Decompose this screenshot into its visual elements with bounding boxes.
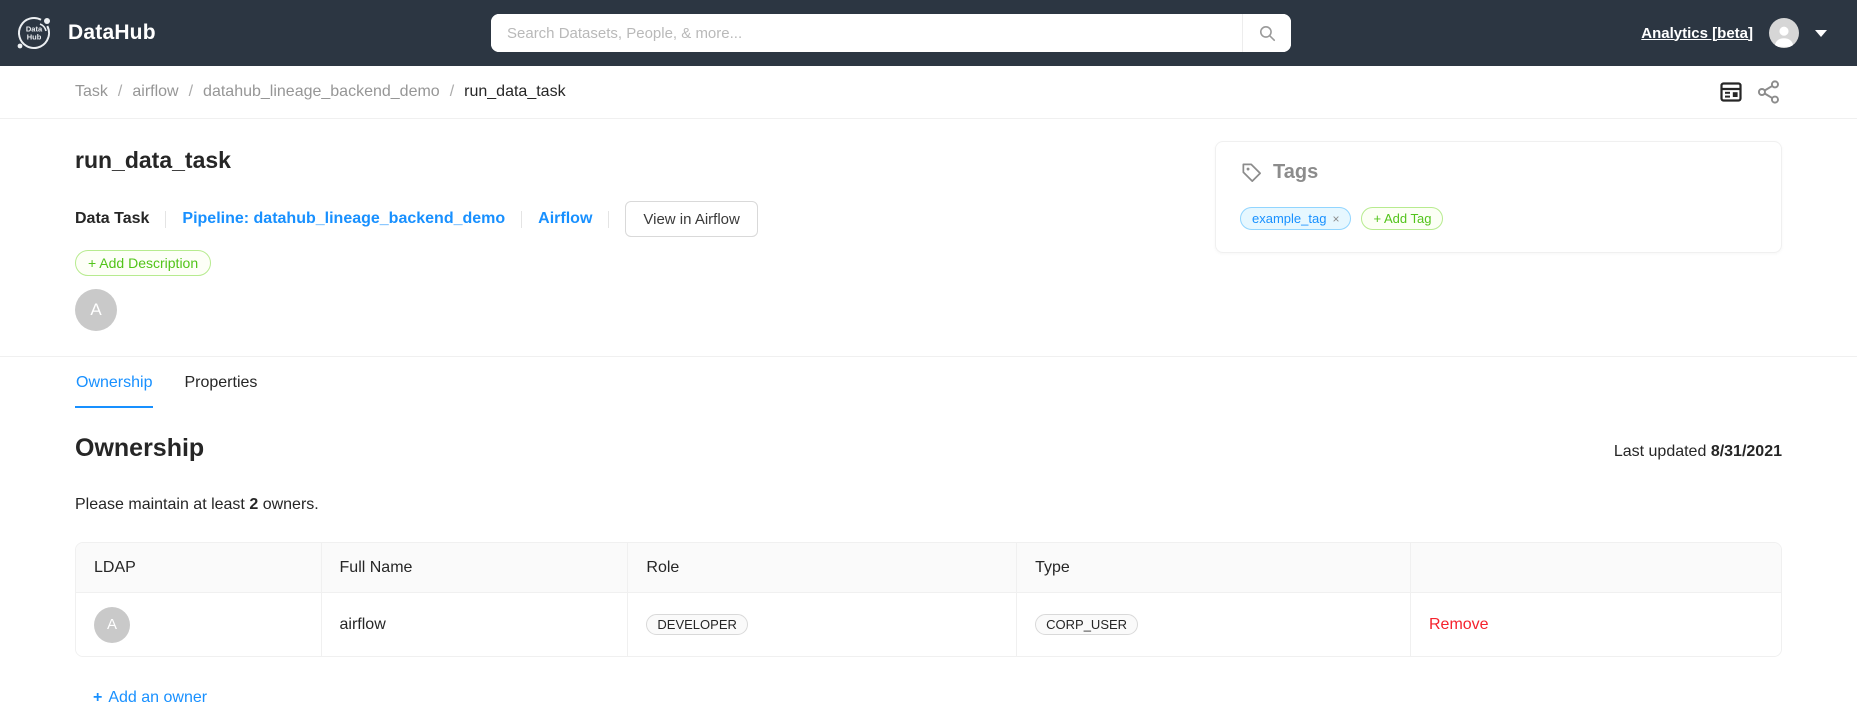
table-header-full-name: Full Name (321, 543, 629, 593)
breadcrumb-item-pipeline[interactable]: datahub_lineage_backend_demo (203, 83, 440, 101)
tag-icon (1240, 161, 1263, 184)
tag-example-tag[interactable]: example_tag × (1240, 207, 1352, 230)
owners-table: LDAP Full Name Role Type A airflow DEVEL… (75, 542, 1782, 657)
breadcrumb-item-task[interactable]: Task (75, 83, 108, 101)
tags-card-header: Tags (1240, 161, 1757, 184)
entity-type-label: Data Task (75, 210, 150, 227)
ownership-header: Ownership Last updated 8/31/2021 (75, 434, 1782, 463)
owners-note-count: 2 (249, 496, 259, 513)
tab-properties[interactable]: Properties (183, 357, 258, 408)
tag-label: example_tag (1252, 211, 1327, 226)
owner-role-cell: DEVELOPER (628, 593, 1018, 656)
entity-info: run_data_task Data Task Pipeline: datahu… (75, 119, 1215, 331)
tags-list: example_tag × + Add Tag (1240, 207, 1757, 230)
table-row: A airflow DEVELOPER CORP_USER Remove (76, 593, 1781, 656)
owner-full-name: airflow (321, 593, 629, 656)
breadcrumb-item-current: run_data_task (464, 83, 566, 100)
last-updated: Last updated 8/31/2021 (1614, 443, 1782, 461)
breadcrumb-separator: / (449, 83, 455, 100)
owner-actions-cell: Remove (1410, 593, 1781, 656)
tags-title: Tags (1273, 161, 1319, 183)
entity-meta-row: Data Task Pipeline: datahub_lineage_back… (75, 201, 758, 237)
tags-card: Tags example_tag × + Add Tag (1215, 141, 1782, 253)
add-owner-button[interactable]: + Add an owner (93, 689, 207, 707)
share-lineage-icon[interactable] (1756, 79, 1782, 105)
owner-type-badge: CORP_USER (1035, 614, 1139, 635)
search-icon (1258, 24, 1277, 43)
owner-avatar[interactable]: A (94, 606, 130, 643)
ownership-heading: Ownership (75, 434, 205, 462)
owner-role-badge: DEVELOPER (646, 614, 748, 635)
tab-ownership[interactable]: Ownership (75, 357, 154, 408)
table-header-row: LDAP Full Name Role Type (76, 543, 1781, 593)
last-updated-date: 8/31/2021 (1710, 443, 1782, 460)
table-header-type: Type (1017, 543, 1411, 593)
pipeline-link[interactable]: Pipeline: datahub_lineage_backend_demo (182, 210, 505, 228)
owner-type-cell: CORP_USER (1017, 593, 1411, 656)
caret-down-icon[interactable] (1815, 29, 1827, 37)
last-updated-label: Last updated (1613, 443, 1707, 460)
remove-tag-icon[interactable]: × (1332, 212, 1339, 226)
entity-header: run_data_task Data Task Pipeline: datahu… (0, 119, 1857, 331)
breadcrumb-separator: / (188, 83, 194, 100)
breadcrumb: Task / airflow / datahub_lineage_backend… (0, 66, 1857, 119)
entity-owner-avatar[interactable]: A (75, 289, 117, 331)
owner-ldap-cell: A (76, 593, 322, 656)
logo-text-bottom: Hub (27, 33, 42, 42)
entity-tabs: Ownership Properties (0, 356, 1857, 408)
table-header-ldap: LDAP (76, 543, 322, 593)
page-title: run_data_task (75, 147, 231, 173)
datahub-logo-icon[interactable]: Data Hub (12, 11, 56, 55)
search-button[interactable] (1243, 14, 1291, 52)
breadcrumb-actions (1719, 79, 1782, 105)
remove-owner-button[interactable]: Remove (1429, 616, 1489, 634)
add-tag-button[interactable]: + Add Tag (1361, 207, 1444, 230)
ownership-section: Ownership Last updated 8/31/2021 Please … (0, 434, 1857, 707)
table-header-role: Role (628, 543, 1018, 593)
owners-note-suffix: owners. (262, 496, 319, 513)
user-avatar[interactable] (1769, 18, 1799, 48)
divider (608, 210, 610, 228)
add-owner-label: Add an owner (108, 689, 208, 706)
brand[interactable]: Data Hub DataHub (12, 0, 156, 66)
table-header-actions (1410, 543, 1781, 593)
breadcrumb-item-airflow[interactable]: airflow (132, 83, 178, 101)
breadcrumb-separator: / (117, 83, 123, 100)
divider (165, 210, 167, 228)
owners-note: Please maintain at least 2 owners. (75, 496, 1782, 514)
plus-icon: + (93, 689, 103, 706)
search-input[interactable] (491, 14, 1242, 52)
analytics-link[interactable]: Analytics [beta] (1641, 25, 1753, 42)
search-bar (491, 14, 1291, 52)
owners-note-prefix: Please maintain at least (75, 496, 245, 513)
navbar-right: Analytics [beta] (1641, 0, 1827, 66)
view-in-airflow-button[interactable]: View in Airflow (625, 201, 758, 237)
add-description-button[interactable]: + Add Description (75, 250, 212, 276)
top-navbar: Data Hub DataHub Analytics [beta] (0, 0, 1857, 66)
details-view-icon[interactable] (1719, 80, 1743, 104)
platform-airflow-link[interactable]: Airflow (538, 210, 592, 228)
brand-title: DataHub (68, 21, 156, 44)
divider (521, 210, 523, 228)
person-icon (1771, 22, 1797, 48)
